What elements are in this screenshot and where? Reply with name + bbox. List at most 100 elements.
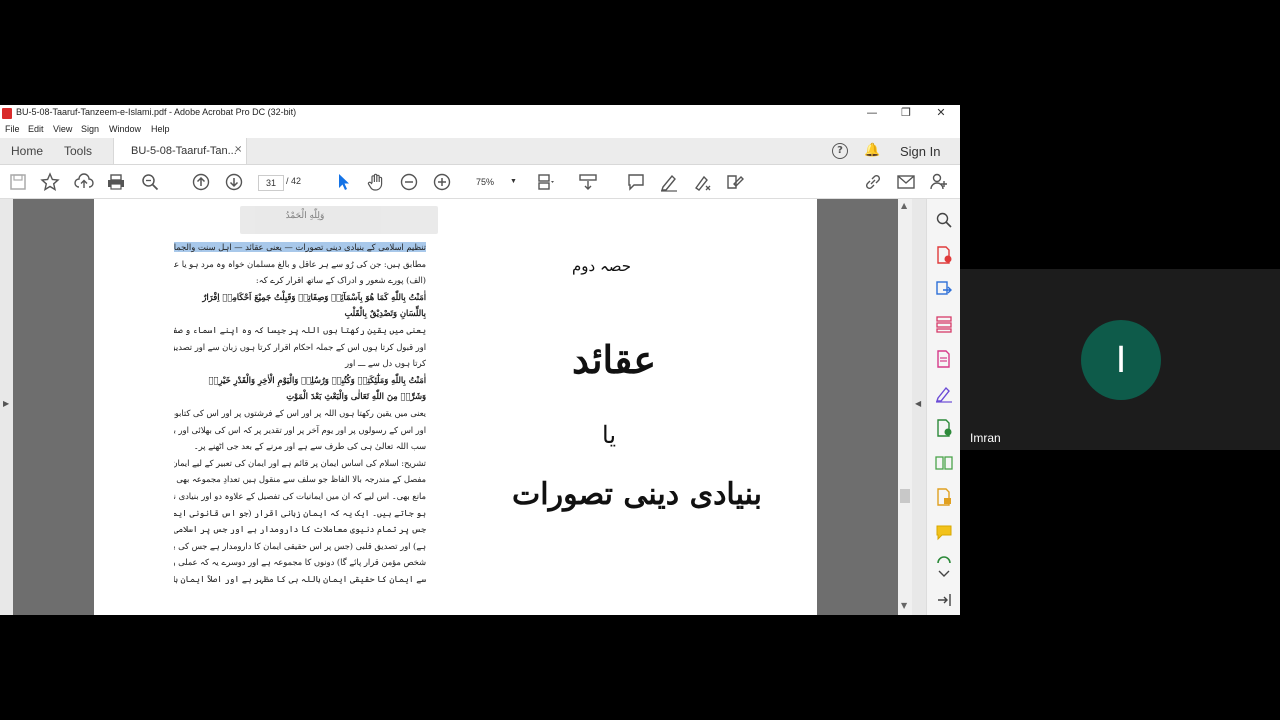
email-icon[interactable] xyxy=(896,172,916,192)
zoom-level-value: 75% xyxy=(476,177,495,187)
save-icon[interactable] xyxy=(8,172,28,192)
collapse-pane-icon[interactable] xyxy=(935,591,953,609)
menu-sign[interactable]: Sign xyxy=(81,124,99,134)
organize-pages-icon[interactable] xyxy=(935,315,953,333)
video-participant-tile[interactable]: I Imran xyxy=(960,269,1280,450)
text-line: یعنی میں یقین رکھتا ہوں اللہ پر اور اس ک… xyxy=(174,407,426,418)
collapse-right-panel-icon[interactable]: ◀ xyxy=(915,399,921,408)
export-pdf-icon[interactable] xyxy=(935,280,953,298)
acrobat-app-icon xyxy=(2,108,12,119)
scroll-up-icon[interactable]: ▲ xyxy=(901,201,907,210)
text-line: (الف) پورے شعور و ادراک کے ساتھ اقرار کر… xyxy=(255,275,426,286)
scroll-down-icon[interactable]: ▼ xyxy=(901,601,907,610)
text-line: ہے) اور تصدیق قلبی (جس پر اس حقیقی ایمان… xyxy=(174,540,426,551)
scroll-tools-down-icon[interactable] xyxy=(935,565,953,577)
next-page-icon[interactable] xyxy=(224,172,244,192)
text-line: کرتا ہوں دل سے ـــ اور xyxy=(345,358,426,369)
page-layout-icon[interactable] xyxy=(536,172,556,192)
add-user-icon[interactable] xyxy=(929,172,949,192)
tools-pane xyxy=(926,199,960,615)
close-tab-icon[interactable]: × xyxy=(234,144,242,155)
page-header-calligraphy: وَلِلّٰهِ الْحَمْدُ xyxy=(285,211,325,221)
left-page-text: تنظیم اسلامی کے بنیادی دینی تصورات — یعن… xyxy=(174,239,426,587)
zoom-out-icon[interactable] xyxy=(399,172,419,192)
avatar: I xyxy=(1081,320,1161,400)
pdf-page-spread: وَلِلّٰهِ الْحَمْدُ تنظیم اسلامی کے بنیا… xyxy=(94,199,817,615)
menu-bar: File Edit View Sign Window Help xyxy=(0,122,960,138)
scrollbar-thumb[interactable] xyxy=(900,489,910,503)
print-icon[interactable] xyxy=(106,172,126,192)
fill-sign-icon[interactable] xyxy=(935,385,953,403)
text-line: تشریح: اسلام کی اساس ایمان پر قائم ہے او… xyxy=(174,457,426,468)
create-pdf-icon[interactable] xyxy=(935,246,953,264)
window-title: BU-5-08-Taaruf-Tanzeem-e-Islami.pdf - Ad… xyxy=(16,107,297,117)
menu-file[interactable]: File xyxy=(5,124,20,134)
text-line: بِاللِّسَانِ وَتَصْدِیْقٌ بِالْقَلْبِ xyxy=(344,308,426,319)
help-icon[interactable]: ? xyxy=(832,143,848,159)
page-total: / 42 xyxy=(286,176,302,186)
highlight-pen-icon[interactable] xyxy=(659,172,679,192)
text-line: سے ایمان کا حقیقی ایمان باللہ ہی کا مظہر… xyxy=(174,573,426,584)
left-panel-collapsed[interactable]: ▶ xyxy=(0,199,13,615)
acrobat-window: BU-5-08-Taaruf-Tanzeem-e-Islami.pdf - Ad… xyxy=(0,105,960,615)
text-line: وَشَرِّهٖ مِنَ اللّٰهِ تَعَالٰی وَالْبَع… xyxy=(286,391,426,402)
select-cursor-icon[interactable] xyxy=(333,172,353,192)
scroll-mode-icon[interactable] xyxy=(578,172,598,192)
chevron-down-icon: ▼ xyxy=(510,178,517,185)
section-heading: حصہ دوم xyxy=(572,257,632,275)
send-for-review-icon[interactable] xyxy=(935,419,953,437)
text-line: یعنی میں یقین رکھتا ہوں اللہ پر جیسا کہ … xyxy=(174,324,426,335)
comment-tool-icon[interactable] xyxy=(935,523,953,541)
vertical-scrollbar[interactable]: ▲ ▼ xyxy=(898,199,912,615)
chapter-subtitle: بنیادی دینی تصورات xyxy=(512,477,763,512)
menu-window[interactable]: Window xyxy=(109,124,141,134)
document-area: ▶ وَلِلّٰهِ الْحَمْدُ تنظیم اسلامی کے بن… xyxy=(0,199,926,615)
edit-pdf-icon[interactable] xyxy=(725,172,745,192)
tab-tools[interactable]: Tools xyxy=(64,144,92,158)
compare-files-icon[interactable] xyxy=(935,454,953,472)
minimize-button[interactable]: — xyxy=(855,105,889,122)
title-bar: BU-5-08-Taaruf-Tanzeem-e-Islami.pdf - Ad… xyxy=(0,105,960,122)
tab-home[interactable]: Home xyxy=(11,144,43,158)
bookmark-star-icon[interactable] xyxy=(40,172,60,192)
comment-icon[interactable] xyxy=(626,172,646,192)
right-panel-toggle-strip[interactable]: ◀ xyxy=(912,199,926,615)
text-line: اور قبول کرتا ہوں اس کے جملہ احکام اقرار… xyxy=(174,341,426,352)
navigation-bar: Home Tools BU-5-08-Taaruf-Tan... × ? 🔔 S… xyxy=(0,138,960,165)
zoom-in-icon[interactable] xyxy=(432,172,452,192)
restore-button[interactable]: ❐ xyxy=(889,105,923,122)
draw-tool-icon[interactable] xyxy=(692,172,712,192)
text-line: مفصل کے مندرجہ بالا الفاظ جو سلف سے منقو… xyxy=(174,474,426,485)
upload-cloud-icon[interactable] xyxy=(74,172,94,192)
search-tool-icon[interactable] xyxy=(935,211,953,229)
text-line: ہو جاتے ہیں۔ ایک یہ کہ ایمان زبانی اقرار… xyxy=(174,507,426,518)
menu-edit[interactable]: Edit xyxy=(28,124,44,134)
page-number-input[interactable]: 31 xyxy=(258,175,284,191)
participant-name: Imran xyxy=(970,431,1001,445)
text-line: مطابق ہیں: جن کی رُو سے ہر عاقل و بالغ م… xyxy=(174,258,426,269)
text-line: شخص مؤمن قرار پائے گا) دونوں کا مجموعہ ہ… xyxy=(174,557,426,568)
toolbar: 31 / 42 75% ▼ xyxy=(0,165,960,199)
sign-in-button[interactable]: Sign In xyxy=(900,144,940,159)
expand-left-panel-icon[interactable]: ▶ xyxy=(3,399,9,408)
share-link-icon[interactable] xyxy=(863,172,883,192)
hand-tool-icon[interactable] xyxy=(366,172,386,192)
menu-view[interactable]: View xyxy=(53,124,72,134)
menu-help[interactable]: Help xyxy=(151,124,170,134)
protect-icon[interactable] xyxy=(935,488,953,506)
tab-document[interactable]: BU-5-08-Taaruf-Tan... × xyxy=(113,138,247,164)
text-line: جس پر تمام دنیوی معاملات کا دارومدار ہے … xyxy=(174,524,426,535)
text-line: سب اللہ تعالیٰ ہی کی طرف سے ہے اور مرنے … xyxy=(193,441,426,452)
close-window-button[interactable]: ✕ xyxy=(924,105,958,122)
text-line: اور اس کے رسولوں پر اور یوم آخر پر اور ت… xyxy=(174,424,426,435)
chapter-title: عقائد xyxy=(572,337,656,382)
zoom-level-dropdown[interactable]: 75% ▼ xyxy=(464,175,520,189)
more-tools-icon[interactable] xyxy=(935,551,953,564)
zoom-search-icon[interactable] xyxy=(140,172,160,192)
floating-annotation-toolbar: وَلِلّٰهِ الْحَمْدُ xyxy=(240,206,438,234)
edit-document-icon[interactable] xyxy=(935,350,953,368)
text-line: مانع بھی۔ اس لیے کہ ان میں ایمانیات کی ت… xyxy=(174,490,426,501)
notification-bell-icon[interactable]: 🔔 xyxy=(864,143,880,158)
previous-page-icon[interactable] xyxy=(191,172,211,192)
text-line: اٰمَنْتُ بِاللّٰهِ وَمَلٰٓئِکَتِهٖ وَکُت… xyxy=(208,374,426,385)
